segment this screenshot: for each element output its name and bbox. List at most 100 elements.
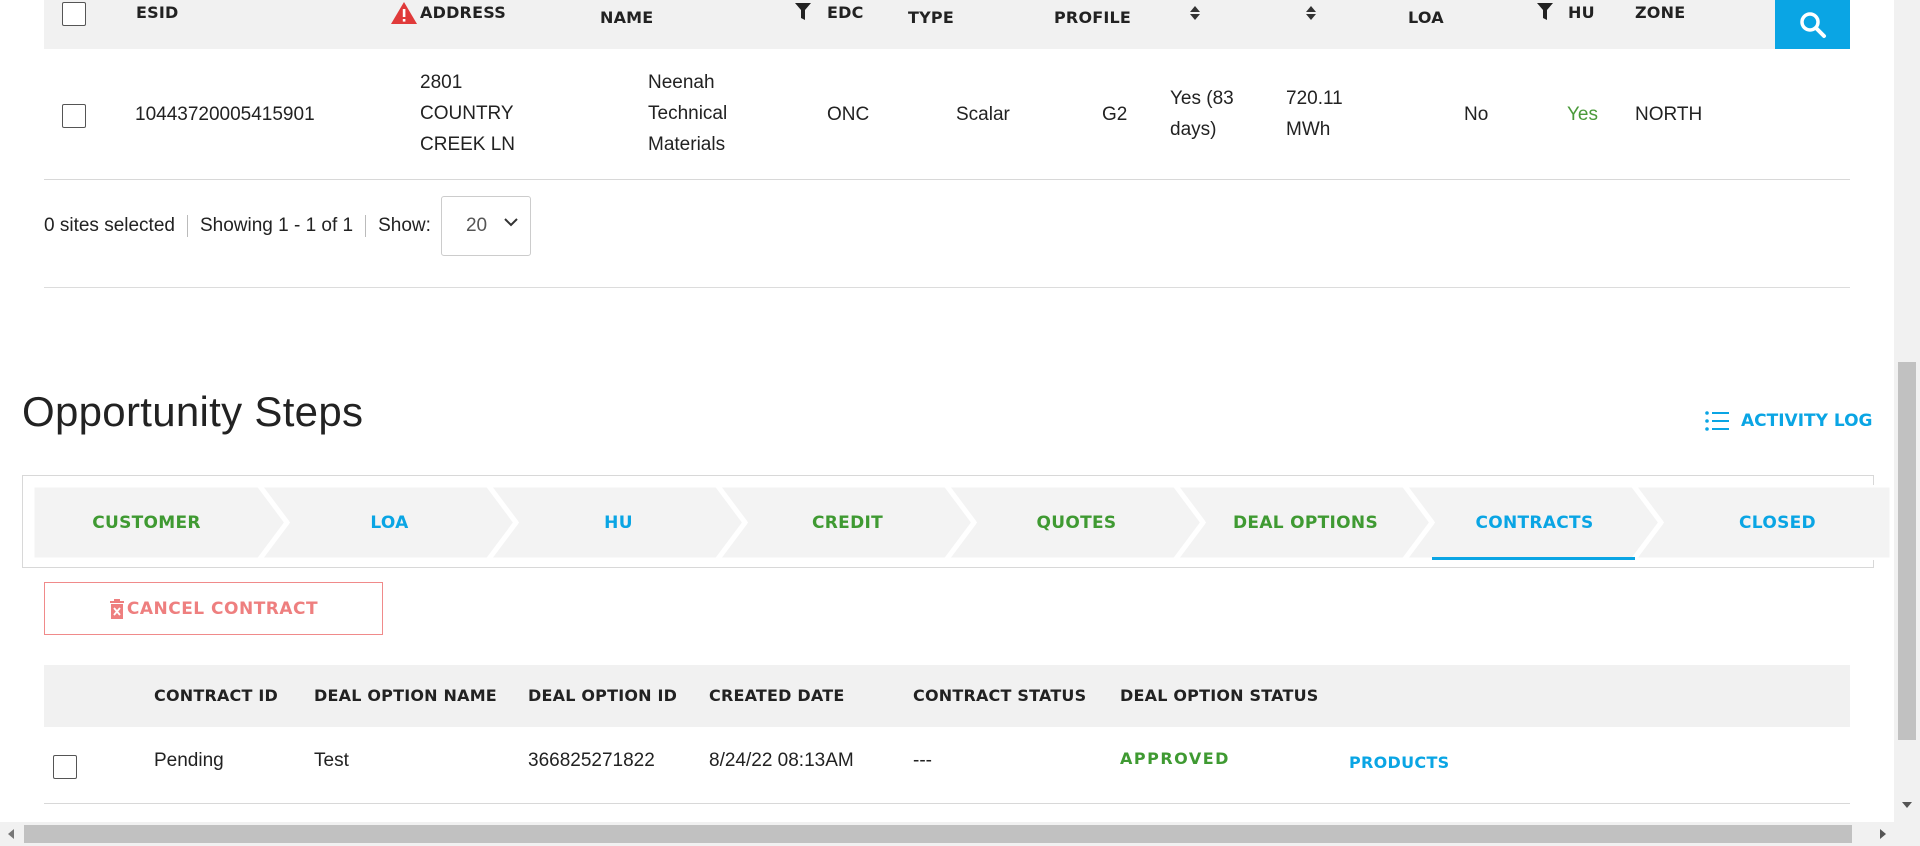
cell-hu: Yes xyxy=(1567,104,1598,125)
cell-address: 2801 COUNTRY CREEK LN xyxy=(420,67,515,160)
step-contracts[interactable]: CONTRACTS xyxy=(1406,485,1663,560)
usage-line: 720.11 xyxy=(1286,88,1343,109)
step-deal-options[interactable]: DEAL OPTIONS xyxy=(1177,485,1434,560)
activity-log-label: ACTIVITY LOG xyxy=(1741,411,1873,431)
step-loa[interactable]: LOA xyxy=(261,485,518,560)
step-closed[interactable]: CLOSED xyxy=(1635,485,1892,560)
show-label: Show: xyxy=(378,215,431,236)
usage-line: MWh xyxy=(1286,119,1331,140)
row-checkbox[interactable] xyxy=(62,104,86,128)
step-quotes[interactable]: QUOTES xyxy=(948,485,1205,560)
products-link[interactable]: PRODUCTS xyxy=(1349,753,1450,772)
header-deal-option-id: DEAL OPTION ID xyxy=(528,686,678,705)
cell-deal-option-name: Test xyxy=(314,750,349,771)
search-icon xyxy=(1799,11,1826,38)
cancel-contract-label: CANCEL CONTRACT xyxy=(126,598,319,619)
step-label: LOA xyxy=(370,512,409,533)
divider xyxy=(44,287,1850,288)
step-label: QUOTES xyxy=(1036,512,1117,533)
search-button[interactable] xyxy=(1775,0,1850,49)
step-hu[interactable]: HU xyxy=(490,485,747,560)
select-all-checkbox[interactable] xyxy=(62,2,86,26)
list-icon xyxy=(1705,411,1729,431)
step-label: DEAL OPTIONS xyxy=(1233,512,1378,533)
hu-days-line: Yes (83 xyxy=(1170,88,1234,109)
header-deal-option-name: DEAL OPTION NAME xyxy=(314,686,497,705)
divider xyxy=(365,215,367,237)
scrollbar-thumb[interactable] xyxy=(24,825,1852,843)
cell-created-date: 8/24/22 08:13AM xyxy=(709,750,854,771)
name-line: Materials xyxy=(648,134,726,155)
warning-icon xyxy=(391,2,417,24)
header-contract-id: CONTRACT ID xyxy=(154,686,279,705)
page: ESID ADDRESS NAME EDC TYPE PROFILE LOA H… xyxy=(0,0,1920,846)
chevron-down-icon xyxy=(504,218,518,227)
row-checkbox[interactable] xyxy=(53,755,77,779)
address-line: 2801 xyxy=(420,72,463,93)
step-label: CREDIT xyxy=(811,512,883,533)
page-size-select[interactable]: 20 xyxy=(440,196,531,256)
header-edc[interactable]: EDC xyxy=(827,3,864,22)
filter-icon[interactable] xyxy=(795,3,811,21)
table-row[interactable]: 10443720005415901 2801 COUNTRY CREEK LN … xyxy=(44,49,1850,180)
showing-range: Showing 1 - 1 of 1 xyxy=(199,215,354,236)
page-size-value: 20 xyxy=(465,215,488,236)
cell-name: Neenah Technical Materials xyxy=(648,67,727,160)
header-created-date: CREATED DATE xyxy=(709,686,845,705)
header-loa[interactable]: LOA xyxy=(1408,8,1444,27)
name-line: Neenah xyxy=(648,72,715,93)
header-deal-option-status: DEAL OPTION STATUS xyxy=(1120,686,1319,705)
cell-esid: 10443720005415901 xyxy=(135,104,315,125)
table-row[interactable]: Pending Test 366825271822 8/24/22 08:13A… xyxy=(44,727,1850,804)
sort-icon[interactable] xyxy=(1190,6,1200,20)
filter-icon[interactable] xyxy=(1537,3,1553,21)
step-label: CUSTOMER xyxy=(92,512,201,533)
active-step-underline xyxy=(1432,557,1635,560)
header-hu[interactable]: HU xyxy=(1568,3,1595,22)
scroll-left-arrow[interactable] xyxy=(8,829,14,839)
name-line: Technical xyxy=(648,103,728,124)
cell-zone: NORTH xyxy=(1635,104,1703,125)
vertical-scrollbar[interactable] xyxy=(1894,0,1920,822)
steps-progress: CUSTOMER LOA HU CREDIT QUOTES DEAL OPTIONS CON… xyxy=(22,475,1892,568)
horizontal-scrollbar[interactable] xyxy=(0,822,1920,846)
scrollbar-thumb[interactable] xyxy=(1898,362,1916,740)
cancel-contract-button[interactable]: CANCEL CONTRACT xyxy=(44,582,383,635)
header-type[interactable]: TYPE xyxy=(908,8,954,27)
step-label: CONTRACTS xyxy=(1475,512,1594,533)
cell-contract-status: --- xyxy=(913,750,932,771)
step-credit[interactable]: CREDIT xyxy=(719,485,976,560)
step-label: CLOSED xyxy=(1739,512,1816,533)
header-name[interactable]: NAME xyxy=(600,8,653,27)
activity-log-link[interactable]: ACTIVITY LOG xyxy=(1705,410,1873,432)
status-badge: APPROVED xyxy=(1120,749,1230,768)
hu-days-line: days) xyxy=(1170,119,1217,140)
header-esid[interactable]: ESID xyxy=(136,3,179,22)
address-line: COUNTRY xyxy=(420,103,514,124)
scroll-down-arrow[interactable] xyxy=(1902,802,1912,808)
pagination-bar: 0 sites selected Showing 1 - 1 of 1 Show… xyxy=(44,196,531,256)
section-title: Opportunity Steps xyxy=(22,388,364,435)
sort-icon[interactable] xyxy=(1306,6,1316,20)
cell-type: Scalar xyxy=(956,104,1010,125)
header-zone[interactable]: ZONE xyxy=(1635,3,1685,22)
sites-selected-count: 0 sites selected xyxy=(44,215,175,236)
scroll-right-arrow[interactable] xyxy=(1880,829,1886,839)
cell-contract-id: Pending xyxy=(154,750,224,771)
step-customer[interactable]: CUSTOMER xyxy=(32,485,289,560)
contracts-table-header: CONTRACT ID DEAL OPTION NAME DEAL OPTION… xyxy=(44,665,1850,727)
header-contract-status: CONTRACT STATUS xyxy=(913,686,1087,705)
cell-edc: ONC xyxy=(827,104,870,125)
header-profile[interactable]: PROFILE xyxy=(1054,8,1131,27)
header-address[interactable]: ADDRESS xyxy=(420,3,506,22)
step-label: HU xyxy=(604,512,633,533)
trash-icon xyxy=(109,598,124,619)
cell-loa: No xyxy=(1464,104,1489,125)
divider xyxy=(186,215,188,237)
cell-profile: G2 xyxy=(1102,104,1128,125)
cell-deal-option-id: 366825271822 xyxy=(528,750,655,771)
steps-track: CUSTOMER LOA HU CREDIT QUOTES DEAL OPTIONS CON… xyxy=(32,485,1892,560)
sites-table-header: ESID ADDRESS NAME EDC TYPE PROFILE LOA H… xyxy=(44,0,1850,49)
cell-hu-days: Yes (83 days) xyxy=(1170,83,1234,145)
cell-usage: 720.11 MWh xyxy=(1286,83,1343,145)
